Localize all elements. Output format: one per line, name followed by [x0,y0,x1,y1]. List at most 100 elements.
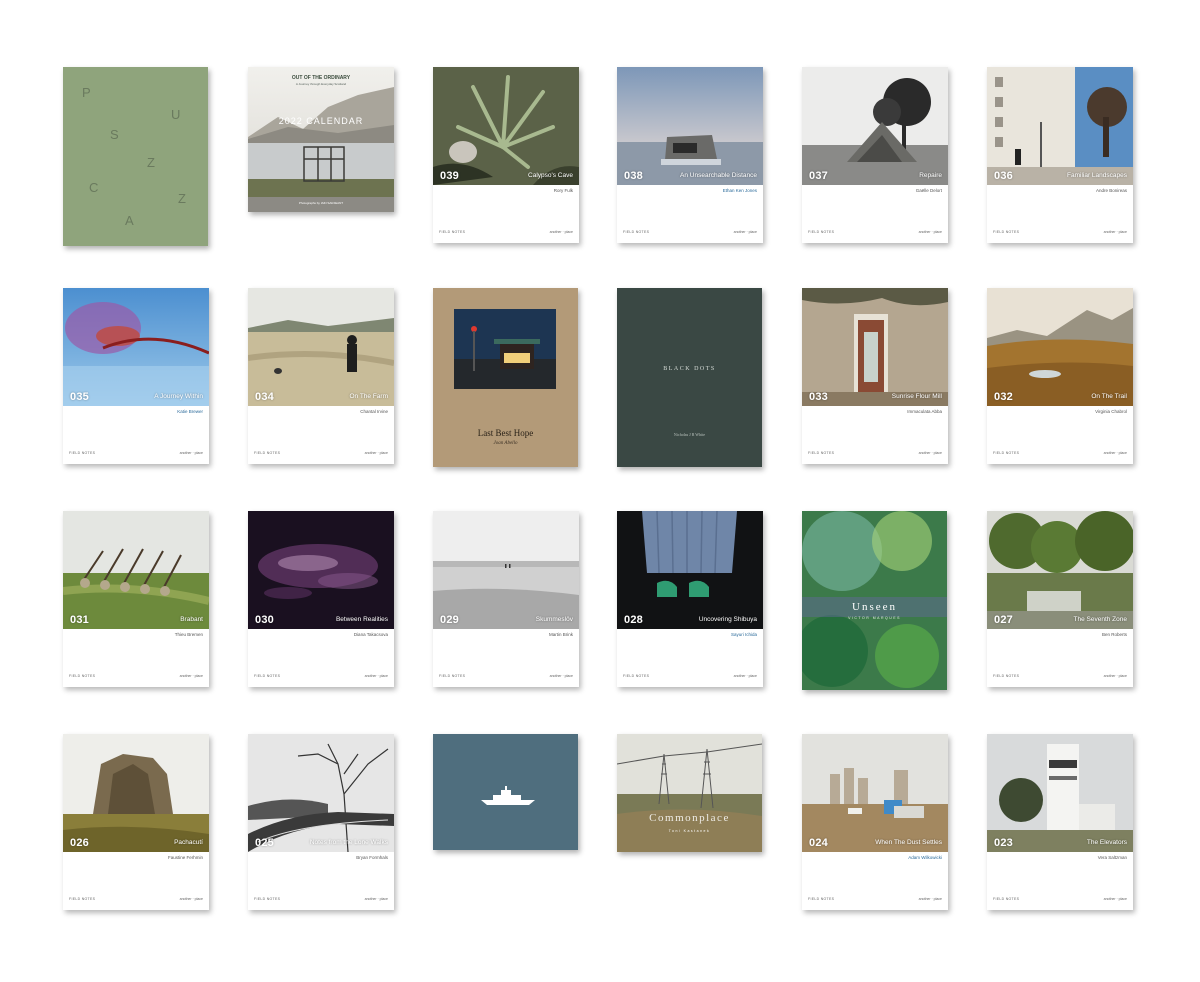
book-cover-puszcza[interactable]: P U S Z C Z A [63,67,208,246]
issue-author: Diana Takacsova [353,632,388,637]
issue-title: A Journey Within [154,393,203,400]
calendar-title: 2022 CALENDAR [278,116,364,126]
issue-number: 035 [70,391,89,403]
fieldnotes-card-028[interactable]: 028 Uncovering Shibuya Sayuri Ichida FIE… [617,511,763,687]
calendar-subheading: A Journey through Everyday Scotland [295,82,347,86]
fieldnotes-card-026[interactable]: 026 Pachacutí Faustine Ferhmin FIELD NOT… [63,734,209,910]
cover-photo [987,734,1133,852]
cover-photo [987,511,1133,629]
fieldnotes-card-025[interactable]: 025 Notes from the Lone Walks Bryan Form… [248,734,394,910]
fieldnotes-card-029[interactable]: 029 Skummeslöv Martin Brink FIELD NOTES … [433,511,579,687]
cover-photo [248,511,394,629]
calendar-2022[interactable]: OUT OF THE ORDINARY A Journey through Ev… [248,67,394,212]
calendar-heading: OUT OF THE ORDINARY [291,75,351,81]
cover-letter: Z [178,191,186,206]
fieldnotes-card-023[interactable]: 023 The Elevators Vera Saltzman FIELD NO… [987,734,1133,910]
fieldnotes-card-031[interactable]: 031 Brabant Thieu Bremen FIELD NOTES ano… [63,511,209,687]
series-label: FIELD NOTES [808,451,835,455]
book-title: Last Best Hope [477,428,534,438]
cover-photo [617,511,763,629]
cover-letter: C [89,180,99,195]
book-title: Unseen [852,601,897,613]
book-cover-commonplace[interactable]: Commonplace Toni Kastanek [617,734,762,852]
series-label: FIELD NOTES [993,230,1020,234]
publisher-label: another · place [918,230,942,234]
book-author: Nicholas J R White [673,432,706,437]
series-label: FIELD NOTES [439,674,466,678]
series-label: FIELD NOTES [623,230,650,234]
issue-author: Sayuri Ichida [730,632,757,637]
cover-photo [63,734,209,852]
fieldnotes-card-024[interactable]: 024 When The Dust Settles Adam Wilkowick… [802,734,948,910]
issue-author: Chantal Irvine [360,409,388,414]
cover-photo [987,67,1133,185]
issue-number: 038 [624,170,643,182]
cover-photo [248,734,394,852]
series-label: FIELD NOTES [623,674,650,678]
cover-photo [802,67,948,185]
publisher-label: another · place [549,230,573,234]
series-label: FIELD NOTES [808,897,835,901]
publisher-label: another · place [179,674,203,678]
fieldnotes-card-037[interactable]: 037 Repaire Gaëlle Delort FIELD NOTES an… [802,67,948,243]
cover-photo [454,309,556,389]
issue-title: Between Realities [335,616,388,623]
publisher-label: another · place [549,674,573,678]
publisher-label: another · place [1103,451,1127,455]
issue-title: Pachacutí [174,839,203,846]
issue-title: Calypso's Cave [528,172,573,179]
issue-title: Familiar Landscapes [1067,172,1127,179]
book-cover-ship[interactable] [433,734,578,850]
book-author: Toni Kastanek [668,829,711,833]
fieldnotes-card-027[interactable]: 027 The Seventh Zone Ben Roberts FIELD N… [987,511,1133,687]
publisher-label: another · place [364,897,388,901]
series-label: FIELD NOTES [993,674,1020,678]
fieldnotes-card-036[interactable]: 036 Familiar Landscapes Andre Bonireas F… [987,67,1133,243]
cover-photo [802,288,948,406]
issue-author: Ethan Ken Jones [722,188,757,193]
fieldnotes-card-039[interactable]: 039 Calypso's Cave Rory Fulk FIELD NOTES… [433,67,579,243]
issue-title: On The Trail [1091,393,1127,400]
cover-photo [248,288,394,406]
issue-number: 024 [809,837,828,849]
issue-title: Notes from the Lone Walks [309,839,388,846]
book-cover-black-dots[interactable]: BLACK DOTS Nicholas J R White [617,288,762,467]
issue-author: Martin Brink [548,632,573,637]
fieldnotes-card-034[interactable]: 034 On The Farm Chantal Irvine FIELD NOT… [248,288,394,464]
issue-author: Thieu Bremen [174,632,203,637]
issue-title: Uncovering Shibuya [698,616,757,623]
series-label: FIELD NOTES [808,230,835,234]
issue-number: 030 [255,614,274,626]
issue-author: Vera Saltzman [1097,855,1127,860]
fieldnotes-card-038[interactable]: 038 An Unsearchable Distance Ethan Ken J… [617,67,763,243]
issue-title: When The Dust Settles [875,839,942,846]
issue-title: An Unsearchable Distance [680,172,757,179]
publisher-label: another · place [1103,230,1127,234]
issue-number: 036 [994,170,1013,182]
issue-title: The Elevators [1086,839,1127,846]
book-cover-unseen[interactable]: Unseen VICTOR MARQUES [802,511,947,690]
issue-author: Rory Fulk [553,188,573,193]
book-cover-last-best-hope[interactable]: Last Best Hope Joan Abello [433,288,578,467]
series-label: FIELD NOTES [254,674,281,678]
issue-title: Repaire [919,172,942,179]
publisher-label: another · place [918,451,942,455]
fieldnotes-card-032[interactable]: 032 On The Trail Virginia Chabrol FIELD … [987,288,1133,464]
issue-author: Faustine Ferhmin [167,855,203,860]
publisher-label: another · place [179,897,203,901]
cover-photo [617,67,763,185]
issue-number: 029 [440,614,459,626]
cover-photo [987,288,1133,406]
issue-number: 032 [994,391,1013,403]
publisher-label: another · place [364,451,388,455]
fieldnotes-card-035[interactable]: 035 A Journey Within Katie Brewer FIELD … [63,288,209,464]
cover-photo [433,67,579,185]
issue-number: 034 [255,391,274,403]
publisher-label: another · place [733,230,757,234]
cover-photo [63,288,209,406]
calendar-photo [248,67,394,212]
publisher-label: another · place [364,674,388,678]
ship-icon [481,786,535,805]
fieldnotes-card-033[interactable]: 033 Sunrise Flour Mill Immaculata Abba F… [802,288,948,464]
fieldnotes-card-030[interactable]: 030 Between Realities Diana Takacsova FI… [248,511,394,687]
